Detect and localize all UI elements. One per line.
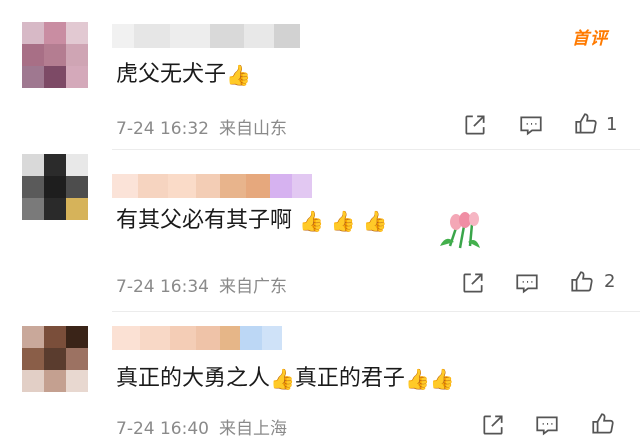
comment-meta: 7-24 16:34 来自广东 [116,272,287,297]
avatar[interactable] [22,326,88,392]
thumbs-up-icon[interactable] [569,269,595,295]
like-count: 1 [606,114,618,135]
thumbs-up-emoji-icon: 👍 [226,63,251,87]
comment-location: 来自上海 [218,419,287,439]
username-blurred[interactable] [112,174,312,198]
like-count: 2 [604,271,616,292]
thumbs-up-emoji-icon: 👍 [429,367,455,391]
comment-text-body: 虎父无犬子 [116,62,227,87]
thumbs-up-icon[interactable] [590,411,616,437]
avatar[interactable] [22,154,88,220]
comment-text-body: 有其父必有其子啊 [116,208,293,233]
comment-time: 7-24 16:40 [116,419,209,439]
comment-meta: 7-24 16:40 来自上海 [116,414,287,439]
first-comment-badge: 首评 [572,29,608,49]
comment-text-body: 真正的大勇之人 [116,366,271,391]
comment-location: 来自山东 [218,119,287,139]
comment-text-body: 真正的君子 [294,366,405,391]
share-icon[interactable] [460,270,486,296]
comment-item: 真正的大勇之人👍真正的君子👍👍 7-24 16:40 来自上海 [0,312,640,444]
thumbs-up-icon[interactable] [573,111,599,137]
username-blurred[interactable] [112,24,300,48]
avatar[interactable] [22,22,88,88]
comment-time: 7-24 16:32 [116,119,209,139]
comment-item: 有其父必有其子啊 👍 👍 👍 7-24 16:34 来自广东 2 [0,150,640,312]
comment-icon[interactable] [518,112,544,138]
comment-icon[interactable] [514,270,540,296]
comment-icon[interactable] [534,412,560,438]
comment-item: 首评 虎父无犬子👍 7-24 16:32 来自山东 1 [0,0,640,150]
username-blurred[interactable] [112,326,282,350]
comment-meta: 7-24 16:32 来自山东 [116,114,287,139]
thumbs-up-emoji-icon: 👍 [404,367,430,391]
thumbs-up-emoji-icon: 👍 [330,209,356,233]
tulip-bouquet-icon [432,206,488,256]
thumbs-up-emoji-icon: 👍 [270,367,295,391]
thumbs-up-emoji-icon: 👍 [362,209,388,233]
comment-location: 来自广东 [218,277,287,297]
comment-text: 有其父必有其子啊 👍 👍 👍 [116,206,388,236]
share-icon[interactable] [462,112,488,138]
comment-time: 7-24 16:34 [116,277,209,297]
comment-text: 虎父无犬子👍 [116,60,251,90]
thumbs-up-emoji-icon: 👍 [299,209,324,233]
comment-text: 真正的大勇之人👍真正的君子👍👍 [116,364,455,394]
share-icon[interactable] [480,412,506,438]
